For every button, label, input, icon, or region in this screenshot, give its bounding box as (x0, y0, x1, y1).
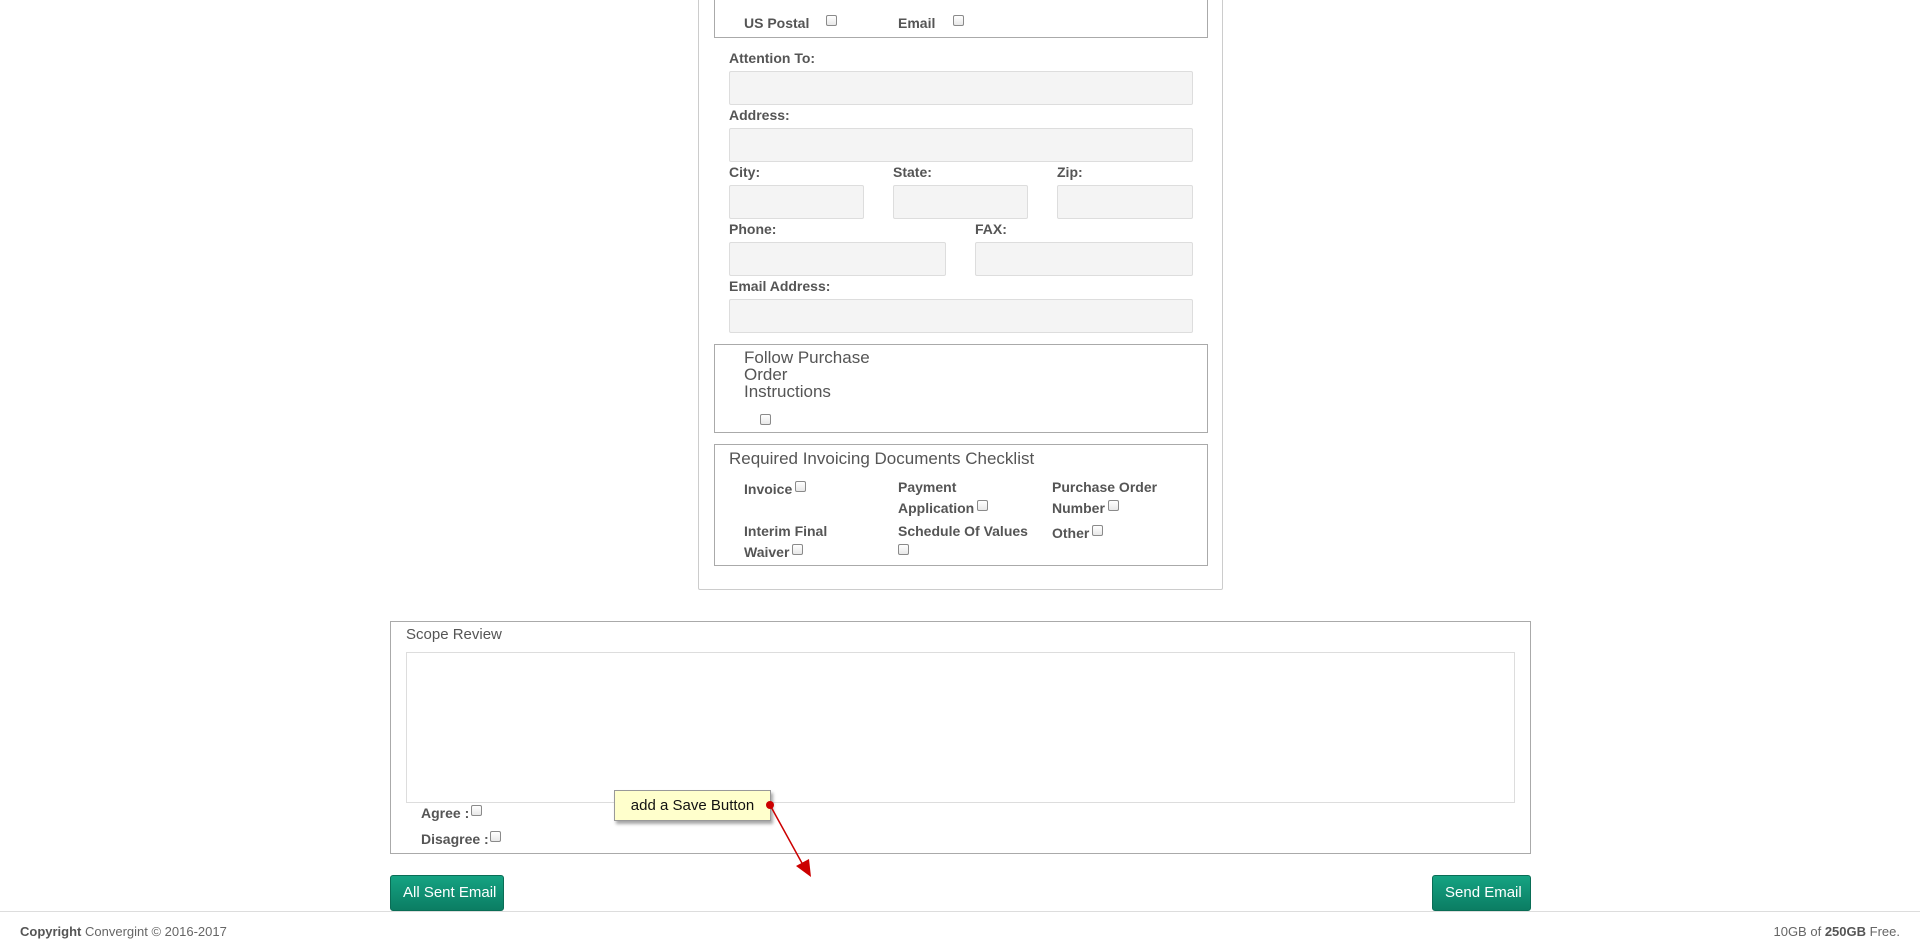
checklist-item-schedule-of-values: Schedule Of Values (898, 521, 1038, 563)
city-input[interactable] (729, 185, 864, 219)
annotation-sticky-note: add a Save Button (614, 790, 771, 821)
email-address-label: Email Address: (729, 278, 831, 294)
footer-copyright: Copyright Convergint © 2016-2017 (20, 924, 227, 939)
scope-review-panel: Scope Review Agree : Disagree : (390, 621, 1531, 854)
email-checkbox[interactable] (953, 15, 964, 26)
send-email-button[interactable]: Send Email (1432, 875, 1531, 911)
po-instructions-box: Follow Purchase Order Instructions (714, 344, 1208, 433)
agree-checkbox[interactable] (471, 805, 482, 816)
storage-of: of (1810, 924, 1822, 939)
scope-review-title: Scope Review (406, 626, 502, 643)
po-instructions-title: Follow Purchase Order Instructions (744, 348, 870, 401)
footer-storage: 10GB of 250GB Free. (1773, 924, 1900, 939)
storage-used: 10GB (1773, 924, 1807, 939)
storage-total: 250GB (1824, 924, 1867, 939)
fax-input[interactable] (975, 242, 1193, 276)
other-label: Other (1052, 525, 1090, 541)
interim-final-waiver-checkbox[interactable] (792, 544, 804, 555)
delivery-method-box: US Postal Email (714, 0, 1208, 38)
all-sent-email-button[interactable]: All Sent Email (390, 875, 504, 911)
schedule-of-values-checkbox[interactable] (898, 544, 909, 555)
copyright-label: Copyright (20, 924, 82, 939)
phone-input[interactable] (729, 242, 946, 276)
disagree-checkbox[interactable] (490, 831, 501, 842)
attention-to-label: Attention To: (729, 50, 816, 66)
attention-to-input[interactable] (729, 71, 1193, 105)
other-checkbox[interactable] (1092, 525, 1104, 536)
page-footer: Copyright Convergint © 2016-2017 10GB of… (0, 911, 1920, 950)
state-label: State: (893, 164, 932, 180)
payment-application-checkbox[interactable] (977, 500, 989, 511)
purchase-order-number-label: Purchase Order Number (1052, 479, 1158, 516)
address-label: Address: (729, 107, 790, 123)
storage-free: Free. (1869, 924, 1900, 939)
checklist-title: Required Invoicing Documents Checklist (729, 449, 1035, 468)
purchase-order-number-checkbox[interactable] (1107, 500, 1119, 511)
copyright-text: Convergint © 2016-2017 (85, 924, 227, 939)
zip-label: Zip: (1057, 164, 1083, 180)
city-label: City: (729, 164, 761, 180)
state-input[interactable] (893, 185, 1028, 219)
checklist-item-invoice: Invoice (744, 479, 864, 500)
vendor-form-panel: US Postal Email Attention To: Address: C… (698, 0, 1223, 590)
checklist-item-interim-final-waiver: Interim Final Waiver (744, 521, 854, 563)
invoice-label: Invoice (744, 481, 793, 497)
annotation-arrow-icon (766, 801, 811, 877)
checklist-item-purchase-order-number: Purchase Order Number (1052, 477, 1172, 519)
us-postal-label: US Postal (744, 15, 810, 31)
email-address-input[interactable] (729, 299, 1193, 333)
us-postal-checkbox[interactable] (826, 15, 837, 26)
checklist-item-payment-application: Payment Application (898, 477, 1018, 519)
checklist-item-other: Other (1052, 523, 1172, 544)
interim-final-waiver-label: Interim Final Waiver (744, 523, 828, 560)
zip-input[interactable] (1057, 185, 1193, 219)
fax-label: FAX: (975, 221, 1007, 237)
schedule-of-values-label: Schedule Of Values (898, 523, 1028, 539)
address-input[interactable] (729, 128, 1193, 162)
agree-label: Agree : (421, 805, 470, 821)
po-instructions-checkbox[interactable] (760, 414, 771, 425)
invoice-checkbox[interactable] (795, 481, 807, 492)
disagree-label: Disagree : (421, 831, 489, 847)
email-label: Email (898, 15, 936, 31)
payment-application-label: Payment Application (898, 479, 975, 516)
phone-label: Phone: (729, 221, 777, 237)
scope-review-textarea[interactable] (406, 652, 1515, 803)
invoicing-checklist-box: Required Invoicing Documents Checklist I… (714, 444, 1208, 566)
